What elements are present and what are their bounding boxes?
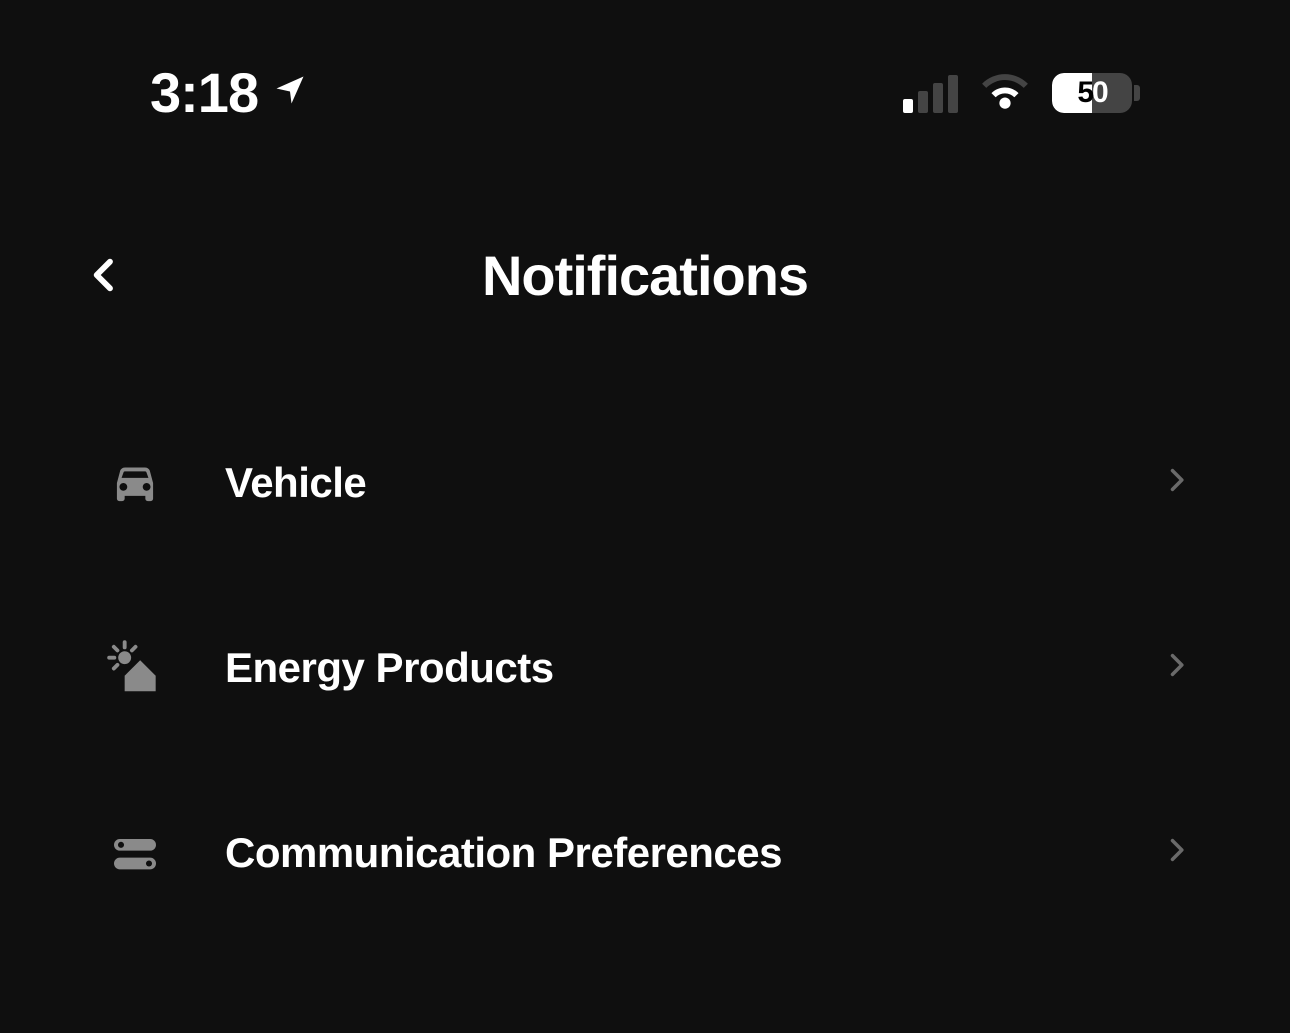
battery-indicator: 50: [1052, 73, 1140, 113]
sliders-icon: [100, 818, 170, 888]
chevron-left-icon: [85, 255, 125, 295]
chevron-right-icon: [1162, 836, 1190, 869]
status-right: 50: [903, 70, 1140, 115]
status-time: 3:18: [150, 60, 258, 125]
wifi-icon: [980, 70, 1030, 115]
menu-item-label: Energy Products: [225, 644, 1162, 692]
status-left: 3:18: [150, 60, 308, 125]
menu-item-energy-products[interactable]: Energy Products: [100, 575, 1190, 760]
battery-percent: 50: [1052, 76, 1132, 110]
header: Notifications: [0, 130, 1290, 320]
menu-item-label: Communication Preferences: [225, 829, 1162, 877]
status-bar: 3:18 50: [0, 0, 1290, 130]
chevron-right-icon: [1162, 651, 1190, 684]
car-icon: [100, 448, 170, 518]
menu-list: Vehicle Energy Products: [0, 320, 1290, 945]
back-button[interactable]: [80, 250, 130, 300]
page-title: Notifications: [80, 243, 1210, 308]
menu-item-label: Vehicle: [225, 459, 1162, 507]
menu-item-vehicle[interactable]: Vehicle: [100, 390, 1190, 575]
cellular-signal-icon: [903, 73, 958, 113]
menu-item-communication-preferences[interactable]: Communication Preferences: [100, 760, 1190, 945]
chevron-right-icon: [1162, 466, 1190, 499]
location-icon: [272, 72, 308, 113]
solar-home-icon: [100, 633, 170, 703]
